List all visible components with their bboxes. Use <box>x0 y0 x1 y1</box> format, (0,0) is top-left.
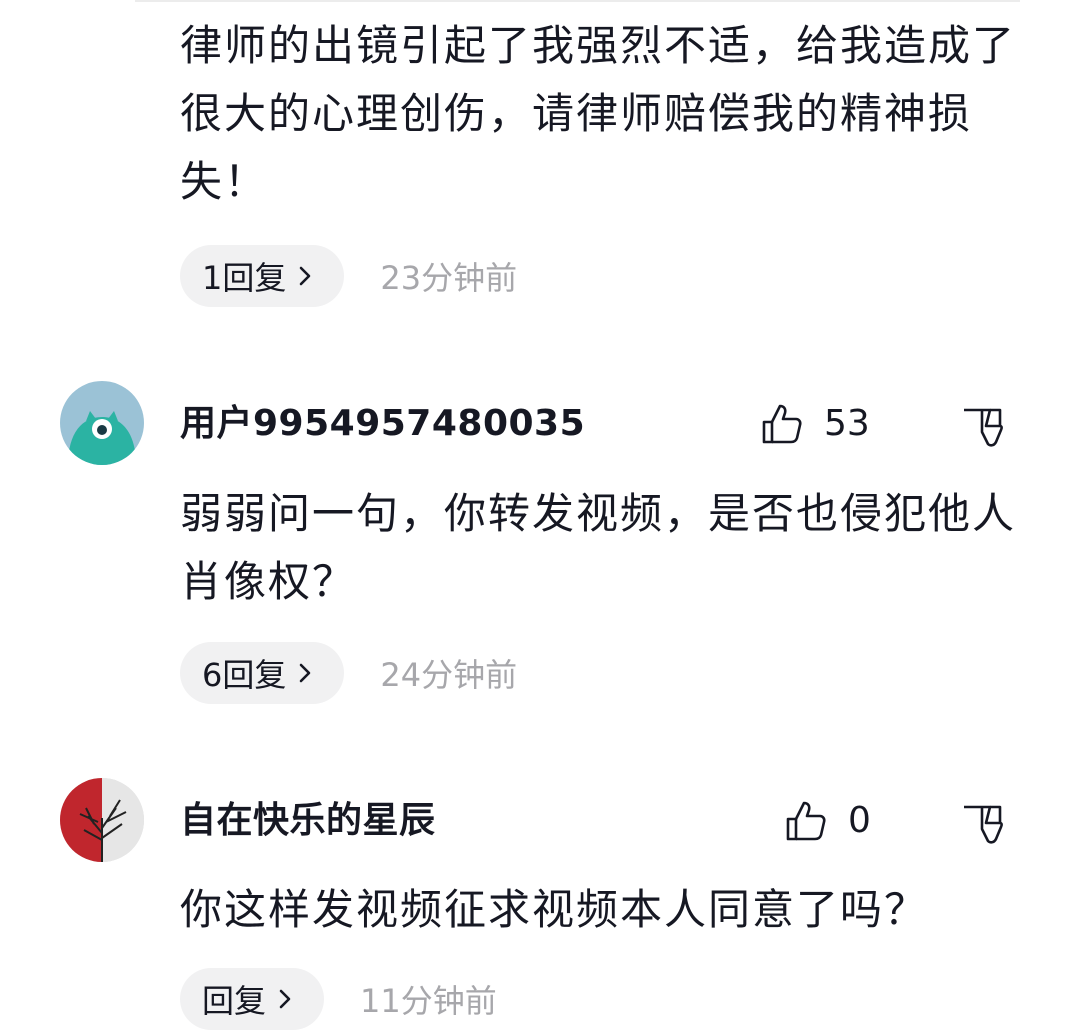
thumbs-down-outline-icon[interactable] <box>960 801 1004 845</box>
username[interactable]: 用户9954957480035 <box>180 402 585 446</box>
like-button[interactable]: 53 <box>760 402 870 446</box>
chevron-right-icon <box>300 663 311 683</box>
reply-button[interactable]: 1回复 <box>180 245 345 307</box>
reply-button[interactable]: 6回复 <box>180 642 345 704</box>
reply-button[interactable]: 回复 <box>180 968 325 1030</box>
chevron-right-icon <box>300 266 311 286</box>
reply-count-label: 6回复 <box>202 656 287 694</box>
comment-meta: 1回复 23分钟前 <box>180 245 517 307</box>
username[interactable]: 自在快乐的星辰 <box>180 799 436 843</box>
comment-text: 弱弱问一句，你转发视频，是否也侵犯他人肖像权？ <box>180 489 1017 606</box>
comment-meta: 6回复 24分钟前 <box>180 642 517 704</box>
timestamp: 11分钟前 <box>360 982 497 1020</box>
thumbs-up-outline-icon <box>786 801 826 841</box>
like-button[interactable]: 0 <box>784 799 871 843</box>
timestamp: 23分钟前 <box>380 259 518 297</box>
chevron-right-icon <box>279 989 291 1009</box>
thumbs-up-outline-icon <box>762 404 802 444</box>
comment-meta: 回复 11分钟前 <box>180 968 497 1030</box>
like-count: 0 <box>848 800 871 841</box>
avatar[interactable] <box>60 381 144 465</box>
comment-text: 律师的出镜引起了我强烈不适，给我造成了很大的心理创伤，请律师赔偿我的精神损失！ <box>180 21 1017 206</box>
reply-count-label: 1回复 <box>202 259 287 297</box>
top-divider <box>135 0 1020 2</box>
like-count: 53 <box>824 403 870 444</box>
avatar[interactable] <box>60 778 144 862</box>
teal-monster-avatar-icon <box>60 381 144 465</box>
timestamp: 24分钟前 <box>380 656 518 694</box>
comment-text: 你这样发视频征求视频本人同意了吗？ <box>180 885 929 934</box>
red-tree-avatar-icon <box>60 778 144 862</box>
thumbs-down-outline-icon[interactable] <box>960 404 1004 448</box>
reply-count-label: 回复 <box>202 982 267 1020</box>
